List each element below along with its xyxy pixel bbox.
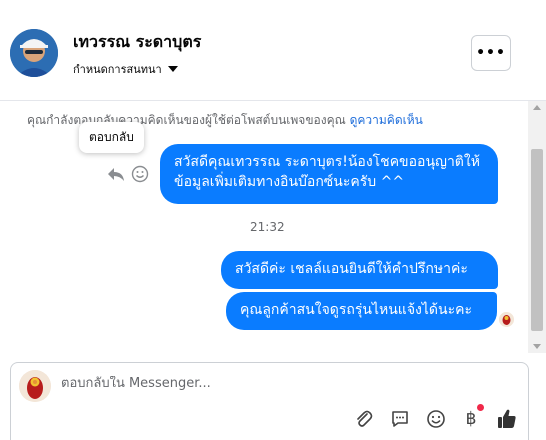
reply-icon[interactable]: [106, 164, 126, 184]
more-options-button[interactable]: •••: [471, 35, 511, 71]
reply-input[interactable]: [61, 376, 361, 391]
conversation-header: เทวรรณ ระดาบุตร กำหนดการสนทนา •••: [0, 0, 546, 101]
speech-bubble-icon[interactable]: [389, 408, 411, 430]
thumbs-up-icon[interactable]: [496, 408, 518, 430]
contact-name[interactable]: เทวรรณ ระดาบุตร: [73, 30, 201, 55]
scroll-down-icon[interactable]: [533, 344, 541, 349]
smiley-icon[interactable]: [425, 408, 447, 430]
page-avatar: [19, 370, 51, 402]
contact-avatar[interactable]: [10, 29, 58, 77]
outgoing-message[interactable]: คุณลูกค้าสนใจดูรถรุ่นไหนแจ้งได้นะคะ: [226, 292, 497, 330]
reply-composer: ฿: [10, 362, 529, 440]
baht-symbol: ฿: [465, 409, 477, 429]
schedule-label: กำหนดการสนทนา: [73, 63, 162, 76]
reply-tooltip: ตอบกลับ: [79, 122, 144, 153]
paperclip-icon[interactable]: [353, 408, 375, 430]
more-icon: •••: [476, 45, 506, 61]
smiley-icon[interactable]: [131, 165, 149, 183]
message-timestamp: 21:32: [250, 220, 285, 234]
scroll-up-icon[interactable]: [533, 105, 541, 110]
caret-down-icon: [167, 63, 178, 76]
outgoing-message[interactable]: สวัสดีคุณเทวรรณ ระดาบุตร!น้องโชคขออนุญาต…: [160, 144, 498, 204]
seen-avatar: [499, 312, 514, 327]
outgoing-message[interactable]: สวัสดีค่ะ เชลล์แอนยินดีให้คำปรึกษาค่ะ: [221, 251, 498, 289]
thread-scrollbar[interactable]: [528, 101, 546, 353]
conversation-schedule[interactable]: กำหนดการสนทนา: [73, 60, 178, 78]
baht-icon[interactable]: ฿: [460, 404, 484, 430]
message-thread: คุณกำลังตอบกลับความคิดเห็นของผู้ใช้ต่อโพ…: [0, 101, 528, 353]
notice-text: คุณกำลังตอบกลับความคิดเห็นของผู้ใช้ต่อโพ…: [27, 113, 346, 127]
notification-dot: [477, 404, 484, 411]
view-comment-link[interactable]: ดูความคิดเห็น: [350, 113, 423, 127]
scrollbar-thumb[interactable]: [531, 149, 543, 331]
